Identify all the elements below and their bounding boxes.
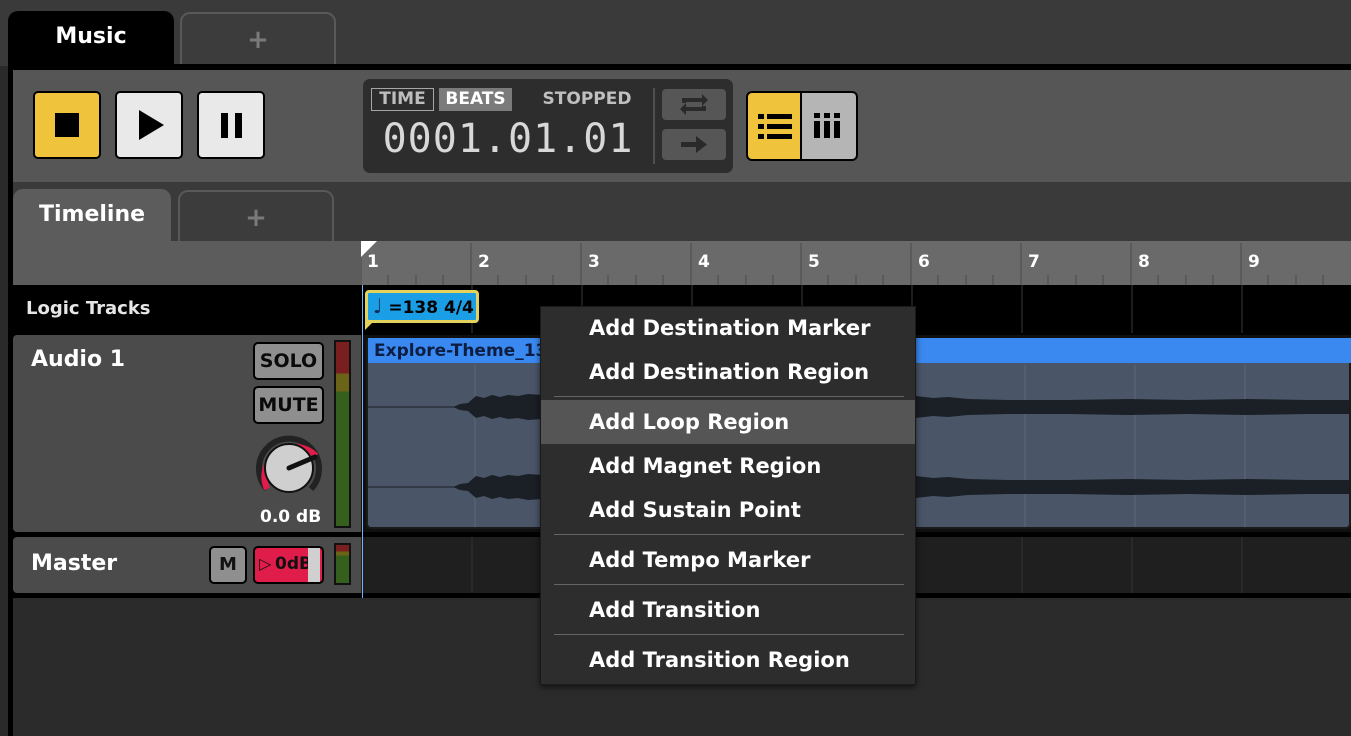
bar-number: 3 xyxy=(588,252,600,272)
menu-item-add-tempo-marker[interactable]: Add Tempo Marker xyxy=(541,540,915,580)
menu-separator xyxy=(554,396,904,397)
timeline-ruler[interactable] xyxy=(361,241,1351,285)
stop-icon xyxy=(55,113,79,137)
beats-mode-toggle[interactable]: BEATS xyxy=(439,88,512,111)
master-fader[interactable]: ▷ 0dB xyxy=(253,546,324,584)
volume-readout: 0.0 dB xyxy=(260,507,322,527)
grid-view-button[interactable] xyxy=(802,91,858,161)
pause-button[interactable] xyxy=(197,91,265,159)
position-readout: 0001.01.01 xyxy=(382,116,634,162)
mute-button[interactable]: MUTE xyxy=(253,386,324,424)
fader-handle[interactable] xyxy=(308,548,320,582)
volume-knob[interactable] xyxy=(247,428,331,508)
add-tab-button[interactable]: + xyxy=(180,12,336,64)
tab-music[interactable]: Music xyxy=(8,11,174,67)
bar-number: 5 xyxy=(808,252,820,272)
ruler-ticks xyxy=(361,241,1324,285)
master-mute-button[interactable]: M xyxy=(209,546,247,584)
menu-item-add-transition[interactable]: Add Transition xyxy=(541,590,915,630)
fader-play-icon: ▷ xyxy=(259,554,272,573)
play-button[interactable] xyxy=(115,91,183,159)
level-meter xyxy=(334,340,351,528)
menu-item-add-loop-region[interactable]: Add Loop Region xyxy=(541,400,915,444)
bar-number: 6 xyxy=(918,252,930,272)
clip-name: Explore-Theme_13 xyxy=(374,341,548,361)
menu-item-add-transition-region[interactable]: Add Transition Region xyxy=(541,640,915,680)
master-track-name: Master xyxy=(31,551,118,576)
tab-timeline[interactable]: Timeline xyxy=(13,189,171,244)
time-mode-toggle[interactable]: TIME xyxy=(371,88,434,111)
bar-number: 7 xyxy=(1028,252,1040,272)
fader-value: 0dB xyxy=(275,554,312,574)
arrow-right-icon xyxy=(681,136,707,153)
play-icon xyxy=(139,110,164,140)
bar-number: 1 xyxy=(367,252,379,272)
transport-status: STOPPED xyxy=(542,89,632,109)
menu-item-add-destination-marker[interactable]: Add Destination Marker xyxy=(541,308,915,348)
loop-arrows-icon xyxy=(680,94,708,115)
music-note-icon: ♩ xyxy=(373,294,383,318)
bar-number: 4 xyxy=(698,252,710,272)
list-view-button[interactable] xyxy=(746,91,802,161)
bar-number: 9 xyxy=(1248,252,1260,272)
add-editor-tab-button[interactable]: + xyxy=(178,190,334,242)
columns-icon xyxy=(814,113,840,138)
solo-button[interactable]: SOLO xyxy=(253,342,324,380)
pause-icon xyxy=(221,113,242,138)
track-name[interactable]: Audio 1 xyxy=(31,347,125,372)
loop-toggle-button[interactable] xyxy=(662,89,726,120)
counter-divider xyxy=(653,88,655,164)
tempo-pointer-icon xyxy=(365,320,375,330)
menu-separator xyxy=(554,534,904,535)
tempo-marker-text: =138 4/4 xyxy=(388,298,474,318)
forward-button[interactable] xyxy=(662,129,726,160)
bar-number: 8 xyxy=(1138,252,1150,272)
list-icon xyxy=(758,114,792,139)
tempo-marker[interactable]: ♩ =138 4/4 xyxy=(365,290,479,323)
master-level-meter xyxy=(334,543,351,585)
menu-item-add-magnet-region[interactable]: Add Magnet Region xyxy=(541,446,915,486)
menu-item-add-destination-region[interactable]: Add Destination Region xyxy=(541,352,915,392)
stop-button[interactable] xyxy=(33,91,101,159)
track-header-spacer xyxy=(13,241,361,285)
menu-separator xyxy=(554,634,904,635)
playhead-line[interactable] xyxy=(362,285,363,598)
bar-number: 2 xyxy=(478,252,490,272)
logic-tracks-label: Logic Tracks xyxy=(13,285,361,333)
menu-item-add-sustain-point[interactable]: Add Sustain Point xyxy=(541,490,915,530)
menu-separator xyxy=(554,584,904,585)
